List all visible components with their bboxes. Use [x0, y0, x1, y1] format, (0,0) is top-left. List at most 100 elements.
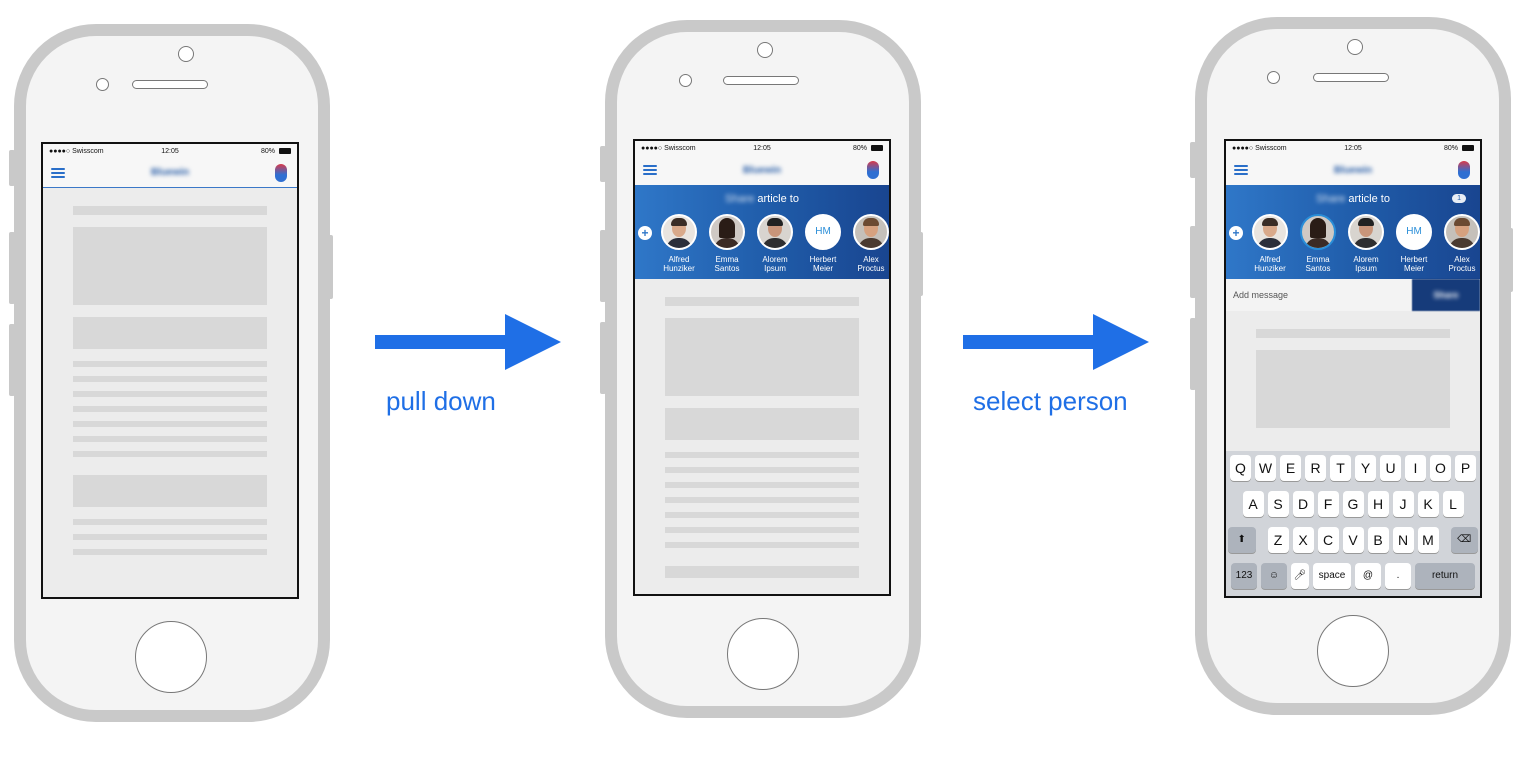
key-c[interactable]: C — [1317, 527, 1339, 553]
avatar — [709, 214, 745, 250]
clock-label: 12:05 — [161, 147, 179, 155]
mute-switch — [9, 150, 15, 186]
battery-label: 80% — [853, 144, 868, 152]
avatar — [1348, 214, 1384, 250]
key-j[interactable]: J — [1392, 491, 1414, 517]
backspace-key[interactable]: ⌫ — [1450, 527, 1478, 553]
nav-bar: Bluewin — [635, 155, 889, 185]
avatar: HM — [805, 214, 841, 250]
avatar — [757, 214, 793, 250]
front-camera-icon — [1347, 39, 1363, 55]
person-alorem[interactable]: Alorem Ipsum — [1344, 214, 1388, 273]
step-label-pull-down: pull down — [386, 386, 496, 416]
key-d[interactable]: D — [1292, 491, 1314, 517]
person-alfred[interactable]: Alfred Hunziker — [657, 214, 701, 273]
key-s[interactable]: S — [1267, 491, 1289, 517]
front-camera-icon — [178, 46, 194, 62]
keyboard-row-2: ASDFGHJKL — [1228, 491, 1478, 517]
key-w[interactable]: W — [1255, 455, 1276, 481]
key-q[interactable]: Q — [1230, 455, 1251, 481]
key-k[interactable]: K — [1417, 491, 1439, 517]
article-placeholder — [1226, 311, 1480, 455]
screen-1: ●●●●○ Swisscom 12:05 80% Bluewin — [41, 142, 299, 599]
add-person-button[interactable]: + — [638, 226, 652, 240]
key-o[interactable]: O — [1430, 455, 1451, 481]
key-h[interactable]: H — [1367, 491, 1389, 517]
avatar — [661, 214, 697, 250]
avatar: HM — [1396, 214, 1432, 250]
period-key[interactable]: . — [1385, 563, 1411, 589]
key-a[interactable]: A — [1242, 491, 1264, 517]
person-alex[interactable]: Alex Proctus — [849, 214, 889, 273]
key-t[interactable]: T — [1330, 455, 1351, 481]
nav-bar: Bluewin — [43, 158, 297, 188]
mute-switch — [600, 146, 606, 182]
key-f[interactable]: F — [1317, 491, 1339, 517]
person-herbert[interactable]: HM Herbert Meier — [1392, 214, 1436, 273]
speaker-icon — [723, 76, 799, 85]
arrow-right-icon — [963, 314, 1149, 370]
battery-icon — [279, 148, 292, 154]
clock-label: 12:05 — [753, 144, 771, 152]
key-b[interactable]: B — [1367, 527, 1389, 553]
article-placeholder — [635, 279, 889, 594]
home-button[interactable] — [1317, 615, 1389, 687]
article-placeholder — [43, 188, 297, 582]
volume-up-button — [600, 230, 606, 302]
person-emma[interactable]: Emma Santos — [705, 214, 749, 273]
key-r[interactable]: R — [1305, 455, 1326, 481]
key-v[interactable]: V — [1342, 527, 1364, 553]
arrow-right-icon — [375, 314, 561, 370]
emoji-key[interactable]: ☺ — [1261, 563, 1287, 589]
camera-icon — [1267, 71, 1280, 84]
volume-down-button — [9, 324, 15, 396]
volume-up-button — [1190, 226, 1196, 298]
person-alfred[interactable]: Alfred Hunziker — [1248, 214, 1292, 273]
home-button[interactable] — [727, 618, 799, 690]
numbers-key[interactable]: 123 — [1231, 563, 1257, 589]
key-g[interactable]: G — [1342, 491, 1364, 517]
send-button[interactable]: Share — [1412, 279, 1480, 311]
carrier-label: ●●●●○ Swisscom — [1232, 144, 1287, 152]
keyboard-row-bottom: 123 ☺ 🎤︎ space @ . return — [1228, 563, 1478, 589]
battery-icon — [1462, 145, 1475, 151]
key-u[interactable]: U — [1380, 455, 1401, 481]
key-z[interactable]: Z — [1267, 527, 1289, 553]
key-n[interactable]: N — [1392, 527, 1414, 553]
front-camera-icon — [757, 42, 773, 58]
add-person-button[interactable]: + — [1229, 226, 1243, 240]
avatar — [1444, 214, 1480, 250]
step-label-select-person: select person — [973, 386, 1128, 416]
key-x[interactable]: X — [1292, 527, 1314, 553]
person-alex[interactable]: Alex Proctus — [1440, 214, 1480, 273]
key-i[interactable]: I — [1405, 455, 1426, 481]
carrier-label: ●●●●○ Swisscom — [49, 147, 104, 155]
battery-label: 80% — [261, 147, 276, 155]
key-m[interactable]: M — [1417, 527, 1439, 553]
share-panel: Share article to 1 + Alfred Hunziker Emma… — [1226, 185, 1480, 279]
message-input[interactable]: Add message — [1226, 279, 1412, 311]
clock-label: 12:05 — [1344, 144, 1362, 152]
shift-key[interactable]: ⬆ — [1228, 527, 1256, 553]
key-e[interactable]: E — [1280, 455, 1301, 481]
camera-icon — [679, 74, 692, 87]
power-button — [1507, 228, 1513, 292]
home-button[interactable] — [135, 621, 207, 693]
microphone-icon[interactable]: 🎤︎ — [1291, 563, 1309, 589]
speaker-icon — [132, 80, 208, 89]
return-key[interactable]: return — [1415, 563, 1475, 589]
key-p[interactable]: P — [1455, 455, 1476, 481]
person-emma[interactable]: Emma Santos — [1296, 214, 1340, 273]
avatar-selected — [1300, 214, 1336, 250]
nav-bar: Bluewin — [1226, 155, 1480, 185]
at-key[interactable]: @ — [1355, 563, 1381, 589]
person-herbert[interactable]: HM Herbert Meier — [801, 214, 845, 273]
key-l[interactable]: L — [1442, 491, 1464, 517]
status-bar: ●●●●○ Swisscom 12:05 80% — [43, 144, 297, 158]
key-y[interactable]: Y — [1355, 455, 1376, 481]
keyboard-row-1: QWERTYUIOP — [1228, 455, 1478, 481]
carrier-label: ●●●●○ Swisscom — [641, 144, 696, 152]
space-key[interactable]: space — [1313, 563, 1351, 589]
person-alorem[interactable]: Alorem Ipsum — [753, 214, 797, 273]
power-button — [917, 232, 923, 296]
